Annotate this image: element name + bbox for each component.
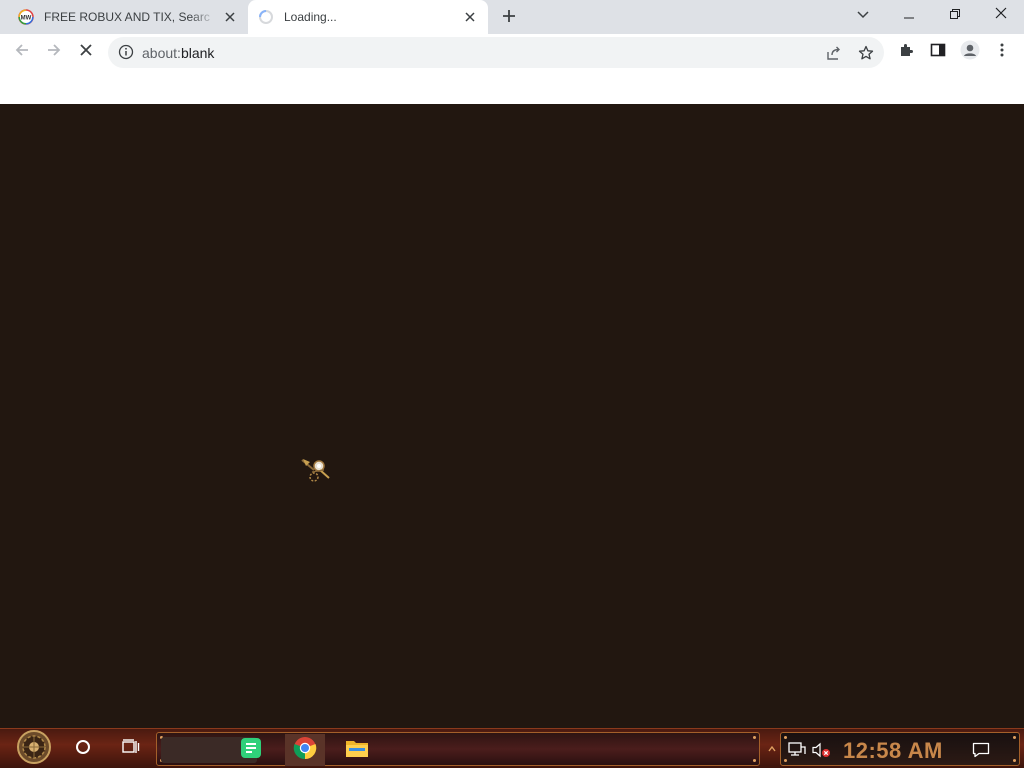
rivet-decoration [784,736,787,739]
task-view-icon [122,738,140,760]
cortana-button[interactable] [66,733,100,765]
tab-label: Loading... [284,10,337,24]
notification-icon[interactable] [971,740,991,760]
minimize-button[interactable] [886,0,932,30]
file-explorer-icon [345,737,369,764]
mw-favicon-icon: MW [18,9,34,25]
start-button[interactable] [8,729,60,768]
info-icon[interactable] [118,44,134,60]
url-scheme: about: [142,45,181,61]
loading-spinner-icon [258,9,274,25]
new-tab-button[interactable] [498,7,520,29]
address-bar[interactable]: about:blank [108,37,884,68]
browser-toolbar: about:blank [0,34,1024,71]
plus-icon [502,9,516,28]
close-window-button[interactable] [978,0,1024,30]
side-panel-button[interactable] [924,38,952,66]
close-tab-icon[interactable] [462,9,478,25]
rivet-decoration [753,736,756,739]
volume-muted-icon[interactable] [811,740,831,760]
forward-icon [46,42,62,63]
taskbar-app-file-explorer[interactable] [337,734,377,766]
network-icon[interactable] [787,740,807,760]
tab-strip: MW FREE ROBUX AND TIX, Searc Loading... [0,0,1024,34]
restore-icon [950,6,960,24]
url-path: blank [180,45,215,61]
taskbar-app-chrome[interactable] [285,734,325,766]
profile-icon [960,40,980,65]
minimize-icon [904,6,914,24]
restore-button[interactable] [932,0,978,30]
tab-search-button[interactable] [840,0,886,30]
chevron-down-icon [857,6,869,24]
extensions-icon [898,42,914,63]
url-text[interactable]: about:blank [142,45,214,61]
rivet-decoration [1013,759,1016,762]
back-button[interactable] [8,38,36,66]
menu-icon [1000,43,1004,62]
steampunk-cursor-icon [300,456,336,492]
menu-button[interactable] [988,38,1016,66]
tab-label: FREE ROBUX AND TIX, Searc [44,10,210,24]
chrome-icon [293,736,317,765]
stop-icon [79,43,93,62]
rivet-decoration [1013,736,1016,739]
extensions-button[interactable] [892,38,920,66]
share-icon[interactable] [821,40,847,66]
start-gear-icon [14,729,54,768]
blank-bar [0,71,1024,104]
taskbar: 12:58 AM [0,728,1024,768]
taskbar-app-chat[interactable] [231,734,271,766]
side-panel-icon [930,42,946,63]
close-tab-icon[interactable] [222,9,238,25]
clock[interactable]: 12:58 AM [843,738,943,764]
svg-text:MW: MW [21,16,32,22]
page-content [0,104,1024,728]
chat-app-icon [240,737,262,764]
rivet-decoration [753,759,756,762]
forward-button[interactable] [40,38,68,66]
back-icon [14,42,30,63]
close-icon [995,6,1007,24]
cortana-icon [75,739,91,760]
show-hidden-icons[interactable] [766,741,778,757]
task-view-button[interactable] [114,733,148,765]
system-tray: 12:58 AM [780,732,1020,766]
tab-free-robux[interactable]: MW FREE ROBUX AND TIX, Searc [8,0,248,34]
star-icon[interactable] [853,40,879,66]
stop-button[interactable] [72,38,100,66]
profile-button[interactable] [956,38,984,66]
tab-loading[interactable]: Loading... [248,0,488,34]
taskbar-apps [156,732,760,766]
